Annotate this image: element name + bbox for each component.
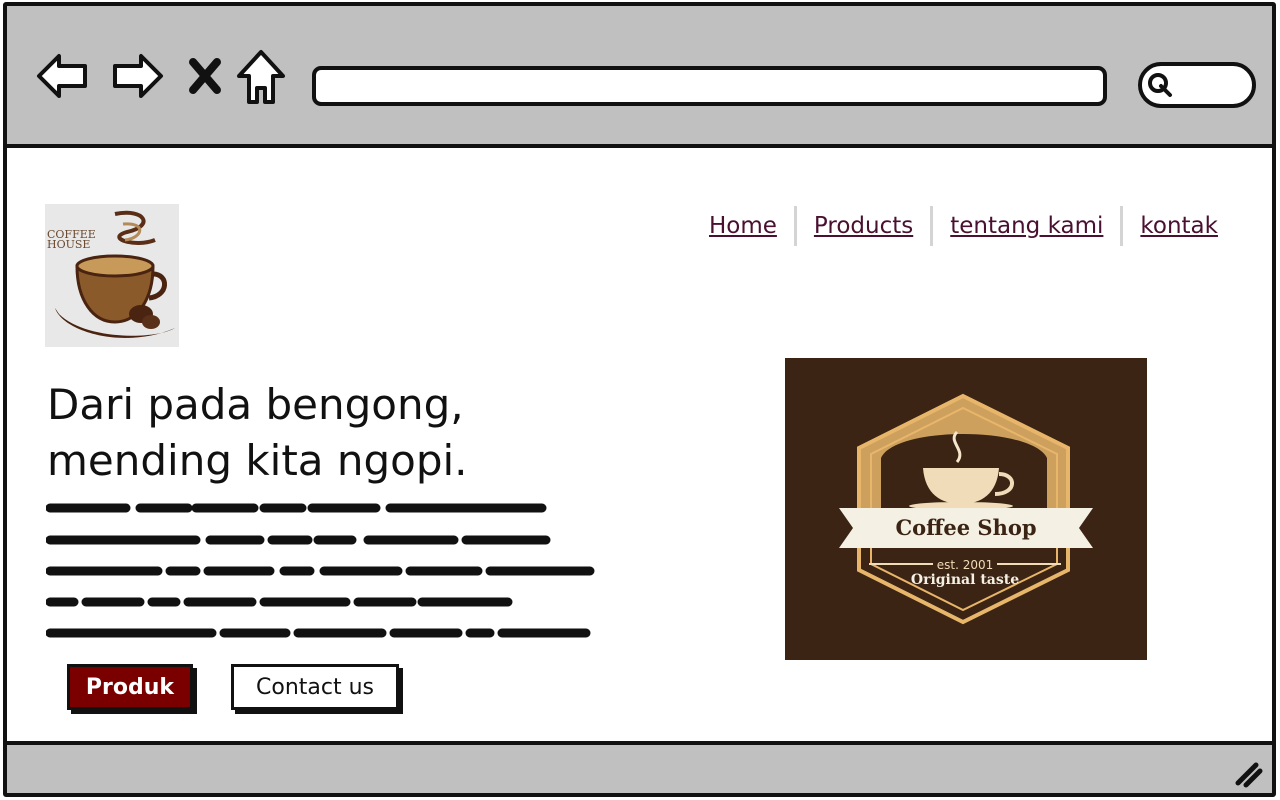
back-icon[interactable]: [33, 46, 93, 106]
logo-text-line2: HOUSE: [47, 238, 90, 251]
browser-toolbar: [7, 6, 1272, 148]
main-nav: Home Products tentang kami kontak: [692, 204, 1235, 248]
site-logo[interactable]: COFFEE HOUSE: [45, 204, 179, 347]
produk-button[interactable]: Produk: [67, 664, 193, 710]
placeholder-text-scribble: [46, 503, 595, 638]
coffee-shop-badge-image: Coffee Shop est. 2001 Original taste: [785, 358, 1147, 660]
badge-est: est. 2001: [937, 558, 994, 572]
resize-handle-icon[interactable]: [1232, 757, 1264, 789]
hero-headline: Dari pada bengong, mending kita ngopi.: [47, 377, 607, 489]
search-input[interactable]: [1138, 62, 1256, 108]
badge-title: Coffee Shop: [895, 515, 1036, 540]
nav-item-products[interactable]: Products: [797, 204, 930, 248]
home-icon[interactable]: [235, 46, 287, 106]
close-icon[interactable]: [181, 46, 229, 106]
contact-us-button[interactable]: Contact us: [231, 664, 399, 710]
badge-tagline: Original taste: [911, 572, 1019, 588]
hero-headline-line1: Dari pada bengong,: [47, 380, 464, 429]
nav-item-home[interactable]: Home: [692, 204, 794, 248]
nav-item-tentang-kami[interactable]: tentang kami: [933, 204, 1120, 248]
browser-statusbar: [7, 741, 1272, 793]
forward-icon[interactable]: [107, 46, 167, 106]
hero-headline-line2: mending kita ngopi.: [47, 436, 468, 485]
url-bar[interactable]: [312, 66, 1107, 106]
nav-item-kontak[interactable]: kontak: [1123, 204, 1235, 248]
search-icon: [1148, 73, 1172, 97]
